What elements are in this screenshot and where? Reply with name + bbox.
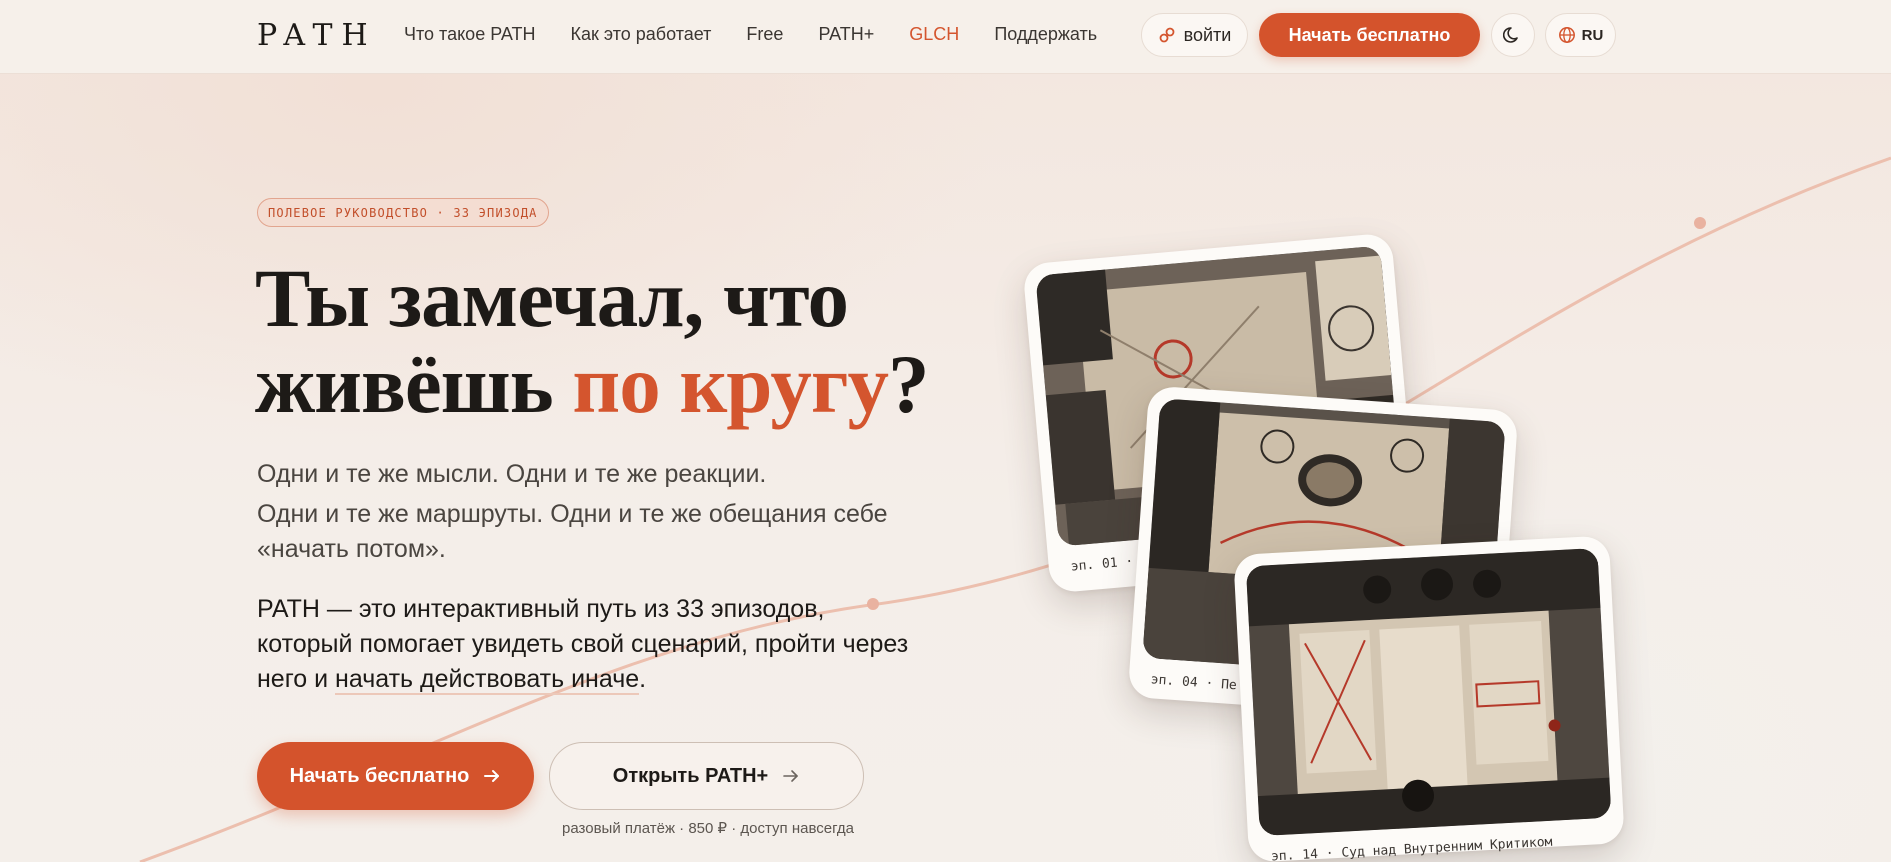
globe-icon xyxy=(1558,27,1575,43)
path-node xyxy=(1694,217,1706,229)
collage-illustration xyxy=(1245,547,1612,837)
nav-link-free[interactable]: Free xyxy=(746,24,783,45)
nav-link-path-plus[interactable]: PATH+ xyxy=(818,24,874,45)
logo[interactable]: PATH xyxy=(257,18,377,53)
nav-link-how-it-works[interactable]: Как это работает xyxy=(571,24,712,45)
moon-icon xyxy=(1503,27,1518,43)
open-path-plus-label: Открыть PATH+ xyxy=(612,764,769,787)
nav-links: Что такое PATH Как это работает Free PAT… xyxy=(404,24,1132,45)
language-label: RU xyxy=(1581,26,1604,44)
description-end: . xyxy=(639,665,647,693)
nav-link-glch[interactable]: GLCH xyxy=(909,24,959,45)
top-navigation: PATH Что такое PATH Как это работает Fre… xyxy=(0,0,1891,74)
episode-image xyxy=(1245,547,1612,837)
nav-link-support[interactable]: Поддержать xyxy=(994,24,1097,45)
hero-subtitle-2: Одни и те же маршруты. Одни и те же обещ… xyxy=(257,500,888,563)
episode-card[interactable]: эп. 14 · Суд над Внутренним Критиком xyxy=(1233,535,1625,862)
nav-link-what-is-path[interactable]: Что такое PATH xyxy=(404,24,536,45)
open-path-plus-button[interactable]: Открыть PATH+ xyxy=(549,742,864,810)
headline-line2: живёшь xyxy=(255,338,573,430)
login-label: войти xyxy=(1183,24,1232,45)
hero-headline: Ты замечал, что живёшь по кругу? xyxy=(255,255,1015,427)
start-free-label: Начать бесплатно xyxy=(289,764,470,787)
hero-subtitle-1: Одни и те же мысли. Одни и те же реакции… xyxy=(257,460,767,488)
headline-end: ? xyxy=(888,338,929,430)
arrow-right-icon xyxy=(484,770,500,782)
episodes-badge: ПОЛЕВОЕ РУКОВОДСТВО · 33 ЭПИЗОДА xyxy=(257,198,549,227)
arrow-right-icon xyxy=(783,770,799,782)
description-highlight: начать действовать иначе xyxy=(335,665,640,695)
start-free-button[interactable]: Начать бесплатно xyxy=(257,742,534,810)
price-note: разовый платёж · 850 ₽ · доступ навсегда xyxy=(562,820,854,837)
headline-accent: по кругу xyxy=(572,338,889,430)
login-icon xyxy=(1159,27,1175,43)
theme-toggle-button[interactable] xyxy=(1491,13,1535,57)
headline-line1: Ты замечал, что xyxy=(255,252,849,344)
hero-description: PATH — это интерактивный путь из 33 эпиз… xyxy=(257,592,917,697)
start-free-nav-button[interactable]: Начать бесплатно xyxy=(1259,13,1480,57)
language-switcher[interactable]: RU xyxy=(1545,13,1616,57)
login-button[interactable]: войти xyxy=(1141,13,1248,57)
